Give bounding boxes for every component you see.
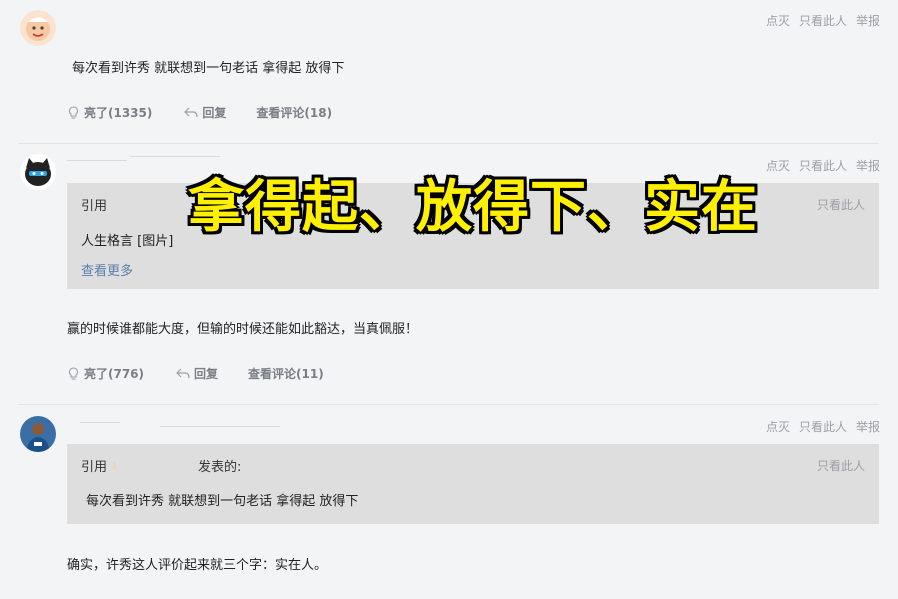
quote-text: 人生格言 [图片] [81,234,174,249]
username-redacted [130,156,220,157]
avatar[interactable] [20,154,56,190]
view-comments-link[interactable]: 查看评论(11) [248,365,324,382]
view-comments-label: 查看评论(11) [248,367,324,381]
comment-footer: 亮了(1335) 回复 查看评论(18) [67,104,332,121]
like-button[interactable]: 亮了(1335) [67,104,152,121]
reply-label: 回复 [202,106,227,120]
quote-block: 引用 发表的: 只看此人 每次看到许秀 就联想到一句老话 拿得起 放得下 [67,444,879,524]
view-comments-label: 查看评论(18) [256,106,333,120]
report-button[interactable]: 举报 [856,157,880,174]
cartoon-cat-avatar-icon [25,158,51,186]
report-button[interactable]: 举报 [856,418,880,435]
quote-label: 引用 [81,460,108,475]
comment-actions: 点灭 只看此人 举报 [766,12,880,29]
like-count: 亮了(776) [84,367,145,381]
divider [18,143,879,144]
lightbulb-icon [68,105,79,119]
username-redacted [80,422,120,423]
comment-content: 赢的时候谁都能大度，但输的时候还能如此豁达，当真佩服！ [67,322,419,337]
comment-footer: 亮了(776) 回复 查看评论(11) [67,365,324,382]
dislike-button[interactable]: 点灭 [766,418,790,435]
reply-label: 回复 [194,367,219,381]
like-button[interactable]: 亮了(776) [67,365,144,382]
divider [18,404,879,405]
username-redacted [67,160,127,161]
like-count: 亮了(1335) [84,106,153,120]
report-button[interactable]: 举报 [856,12,880,29]
dislike-button[interactable]: 点灭 [766,157,790,174]
player-photo-avatar-icon [20,416,56,452]
reply-arrow-icon [184,107,198,117]
view-comments-link[interactable]: 查看评论(18) [256,104,332,121]
username-redacted [160,426,280,427]
only-this-user-button[interactable]: 只看此人 [799,12,847,29]
quote-only-this-user-button[interactable]: 只看此人 [817,457,865,474]
comment-content: 每次看到许秀 就联想到一句老话 拿得起 放得下 [72,61,345,76]
quote-only-this-user-button[interactable]: 只看此人 [817,196,865,213]
comment-content: 确实，许秀这人评价起来就三个字：实在人。 [67,558,328,573]
quote-text: 每次看到许秀 就联想到一句老话 拿得起 放得下 [86,494,359,509]
comment-actions: 点灭 只看此人 举报 [766,157,880,174]
quoted-username-redacted [113,462,116,470]
dislike-button[interactable]: 点灭 [766,12,790,29]
quote-posted-label: 发表的: [198,460,242,475]
cartoon-face-avatar-icon [20,10,56,46]
reply-button[interactable]: 回复 [184,104,226,121]
avatar[interactable] [20,416,56,452]
reply-arrow-icon [176,368,190,378]
comment-actions: 点灭 只看此人 举报 [766,418,880,435]
only-this-user-button[interactable]: 只看此人 [799,418,847,435]
quote-label: 引用 [81,199,108,214]
view-more-link[interactable]: 查看更多 [81,260,133,279]
only-this-user-button[interactable]: 只看此人 [799,157,847,174]
lightbulb-icon [68,366,79,380]
avatar[interactable] [20,10,56,46]
reply-button[interactable]: 回复 [176,365,218,382]
overlay-caption: 拿得起、放得下、实在 [188,175,758,240]
